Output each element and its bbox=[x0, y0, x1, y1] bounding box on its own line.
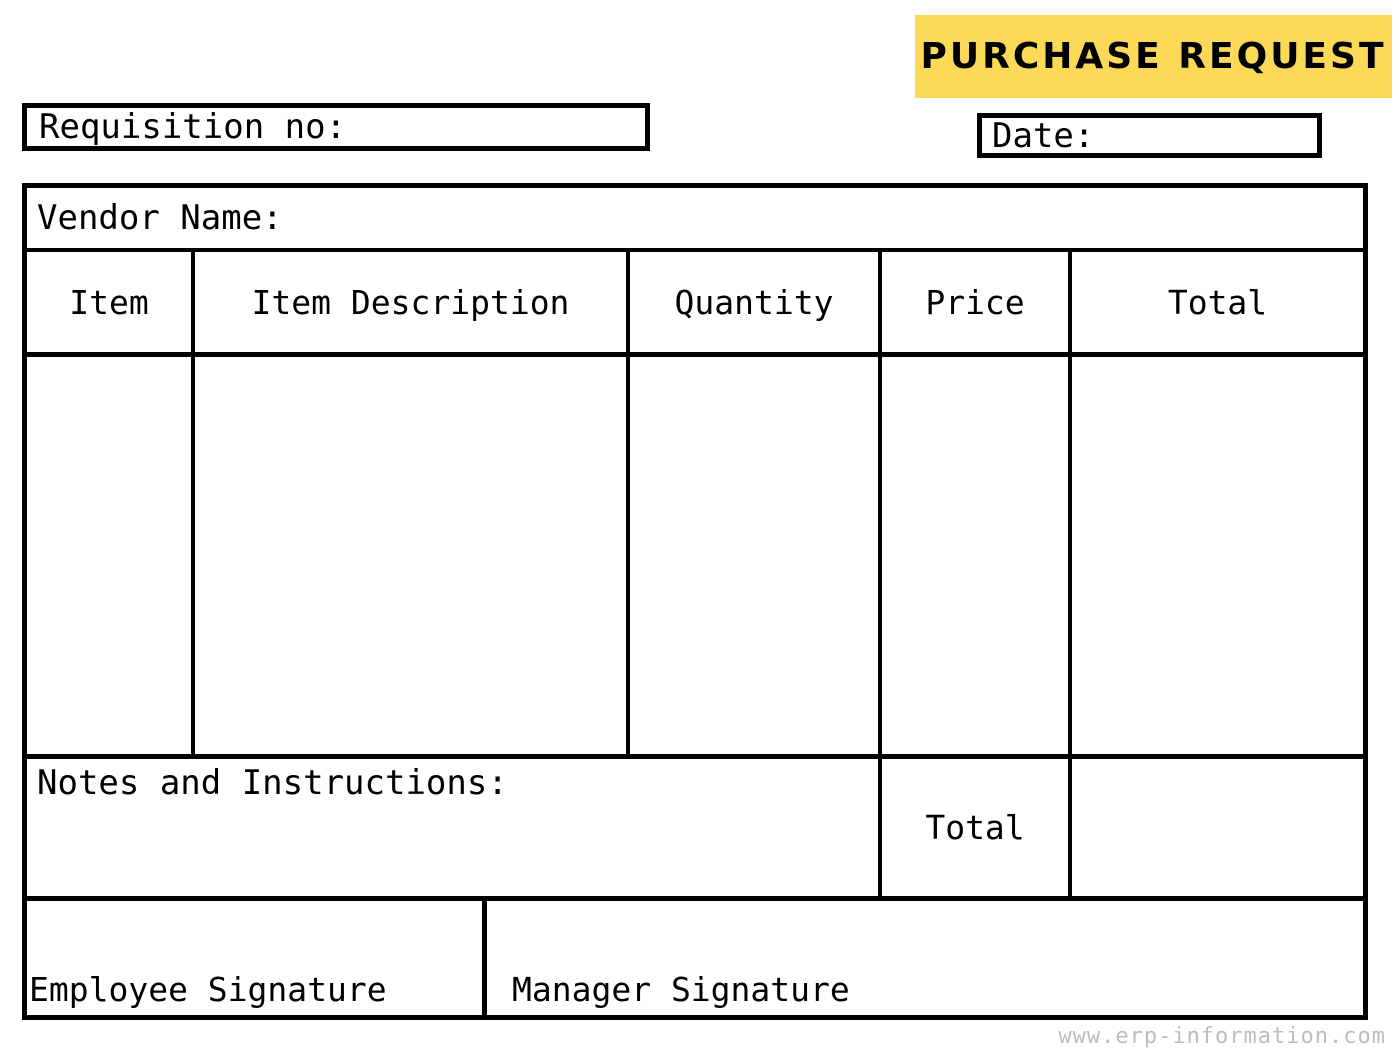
column-header-price: Price bbox=[882, 252, 1072, 352]
column-header-quantity: Quantity bbox=[630, 252, 882, 352]
purchase-request-title-banner: PURCHASE REQUEST bbox=[915, 15, 1392, 98]
notes-and-instructions-label: Notes and Instructions: bbox=[37, 763, 508, 803]
cell-item-blank[interactable] bbox=[27, 357, 195, 754]
cell-description-blank[interactable] bbox=[195, 357, 630, 754]
cell-total-blank[interactable] bbox=[1072, 357, 1363, 754]
column-header-total: Total bbox=[1167, 282, 1268, 322]
column-header-item-description: Item Description bbox=[195, 252, 630, 352]
cell-quantity-blank[interactable] bbox=[630, 357, 882, 754]
requisition-no-label: Requisition no: bbox=[39, 107, 347, 147]
date-field[interactable]: Date: bbox=[977, 113, 1322, 158]
manager-signature-label: Manager Signature bbox=[512, 970, 850, 1009]
vendor-name-row[interactable]: Vendor Name: bbox=[27, 188, 1363, 252]
table-header-row: Item Item Description Quantity Price Tot… bbox=[27, 252, 1363, 357]
page-title: PURCHASE REQUEST bbox=[920, 36, 1387, 77]
table-body-empty-rows bbox=[27, 357, 1363, 759]
requisition-no-field[interactable]: Requisition no: bbox=[22, 103, 650, 151]
purchase-request-table: Vendor Name: Item Item Description Quant… bbox=[22, 183, 1368, 1020]
employee-signature-label: Employee Signature bbox=[29, 970, 387, 1009]
cell-price-blank[interactable] bbox=[882, 357, 1072, 754]
column-header-item: Item bbox=[27, 252, 195, 352]
notes-and-total-row: Notes and Instructions: Total bbox=[27, 759, 1363, 901]
vendor-name-label: Vendor Name: bbox=[37, 198, 283, 238]
grand-total-value-field[interactable] bbox=[1072, 759, 1363, 896]
manager-signature-field[interactable]: Manager Signature bbox=[487, 901, 1363, 1015]
grand-total-label: Total bbox=[882, 759, 1072, 896]
footer-website-url: www.erp-information.com bbox=[1058, 1024, 1386, 1049]
notes-and-instructions-field[interactable]: Notes and Instructions: bbox=[27, 759, 882, 896]
date-label: Date: bbox=[992, 115, 1095, 156]
signature-row: Employee Signature Manager Signature bbox=[27, 901, 1363, 1015]
employee-signature-field[interactable]: Employee Signature bbox=[27, 901, 487, 1015]
